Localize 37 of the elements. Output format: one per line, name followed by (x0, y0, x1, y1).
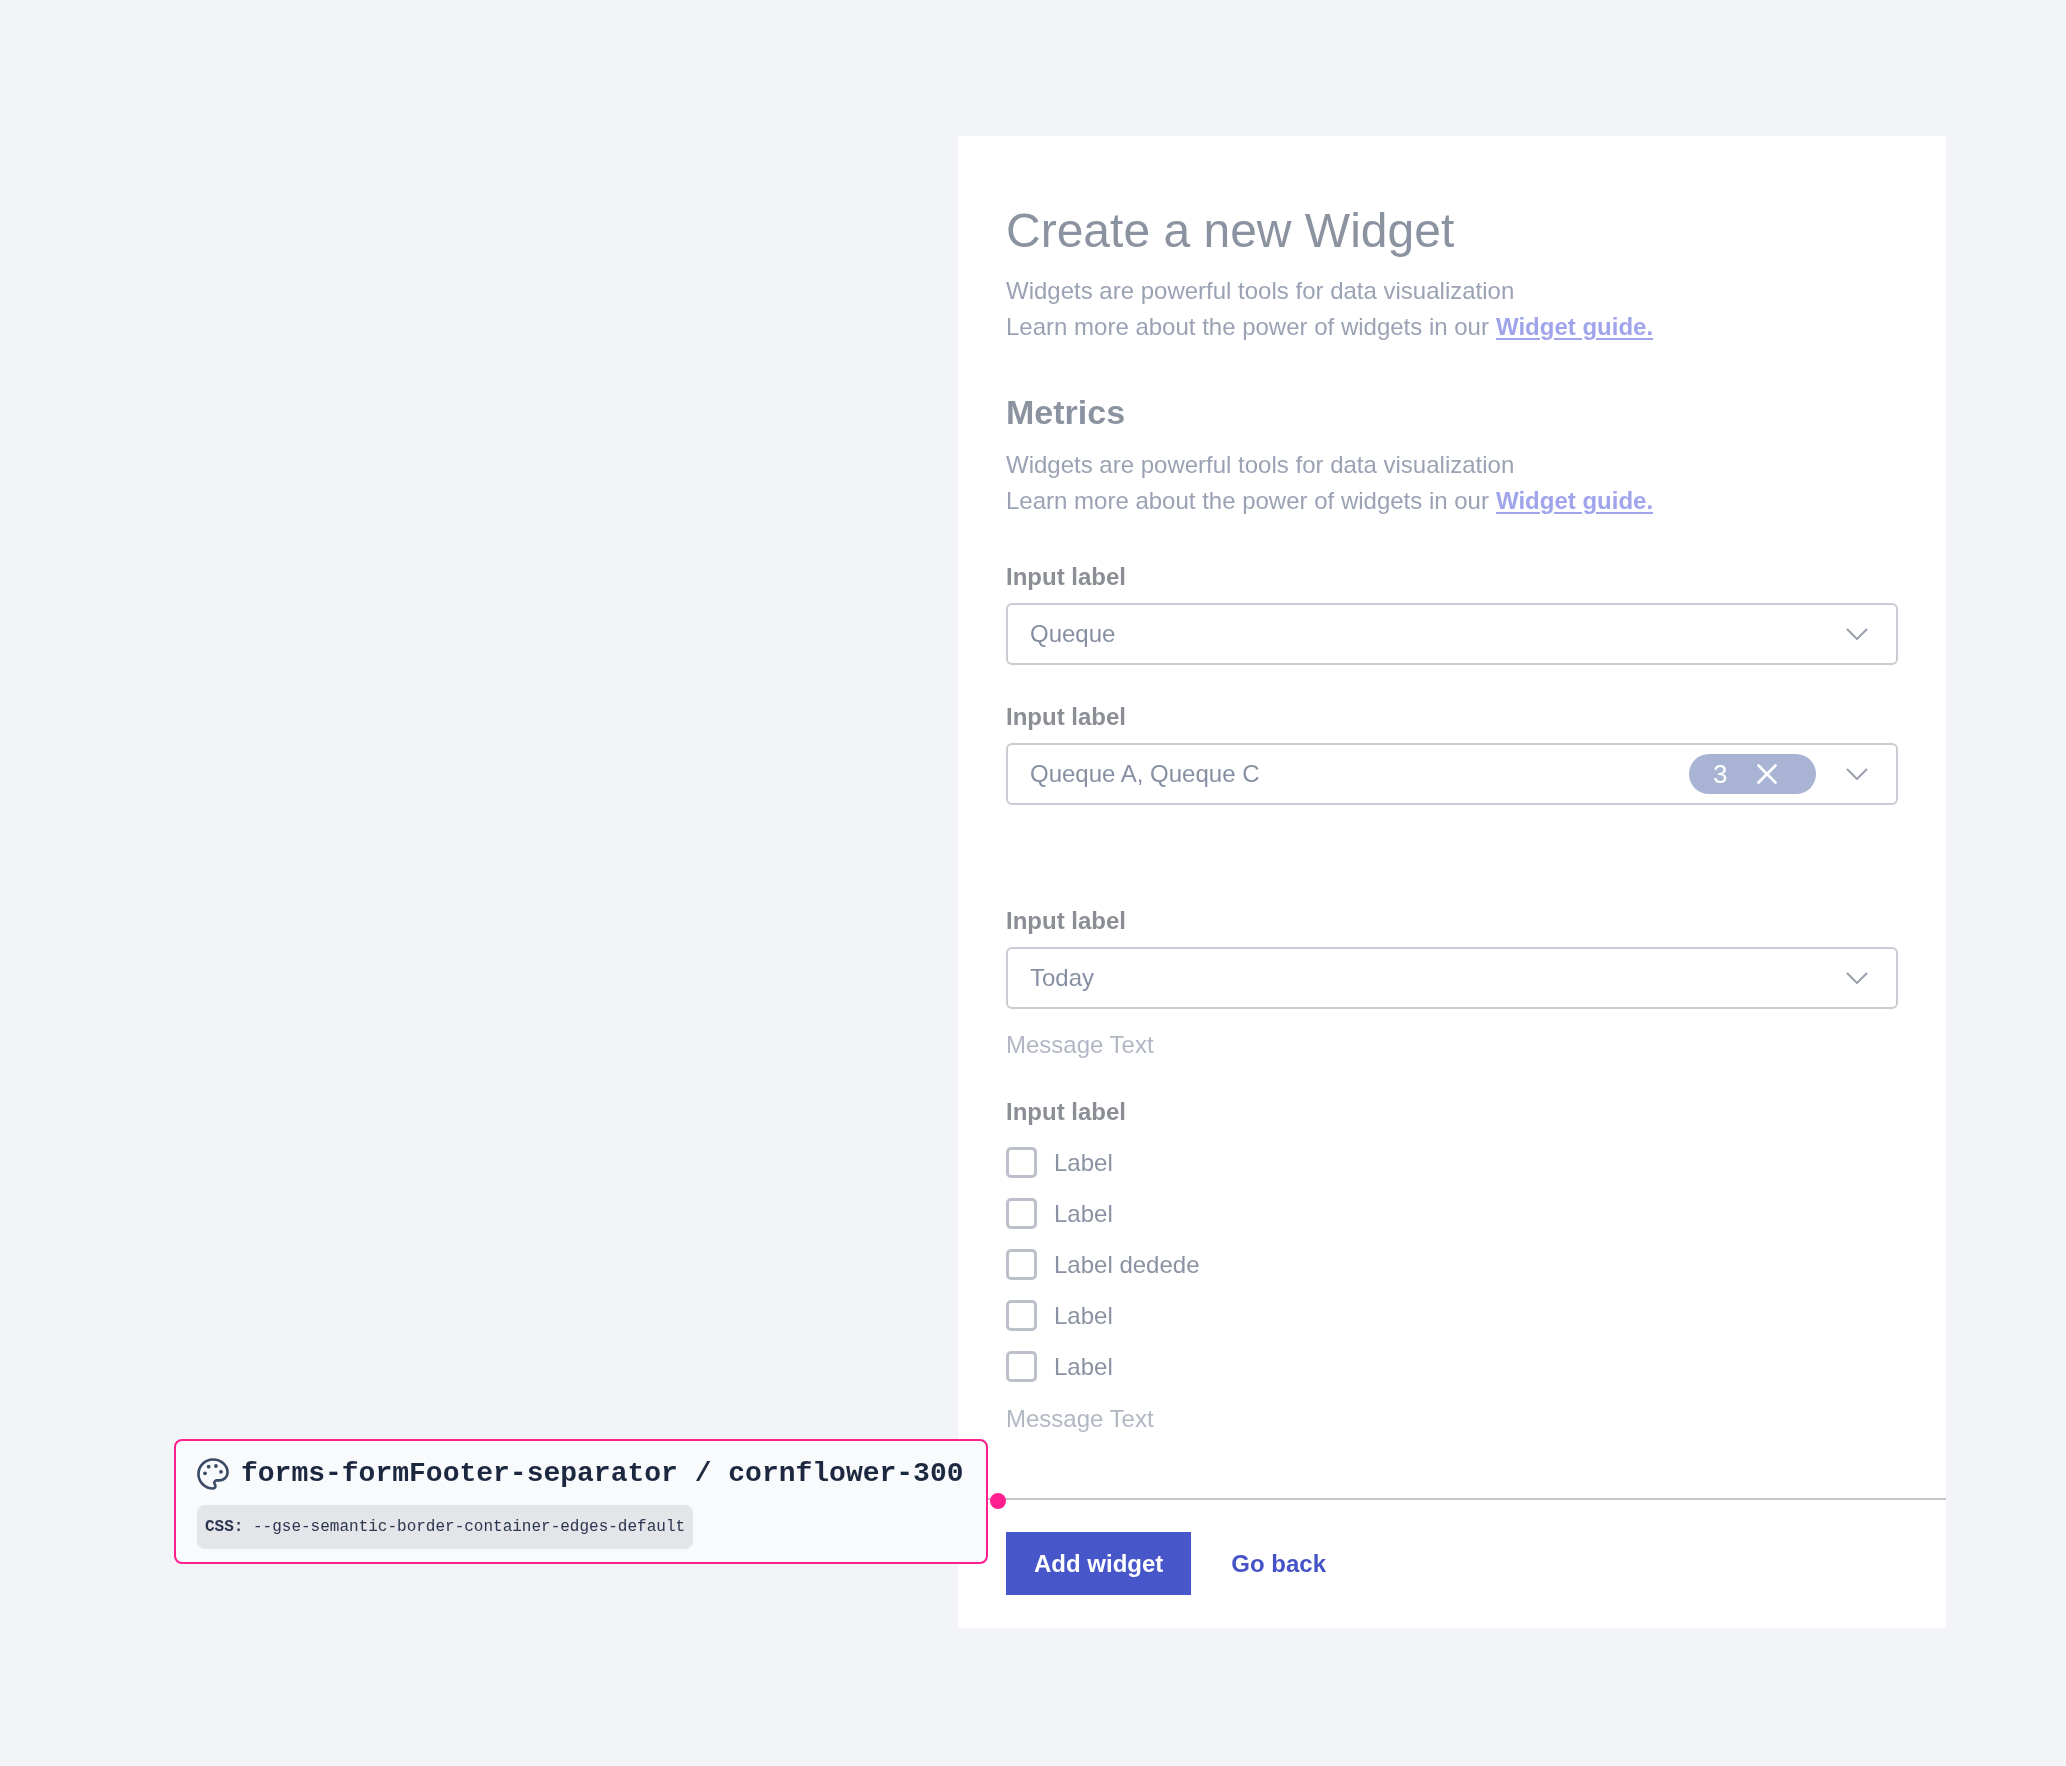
selection-count: 3 (1713, 759, 1728, 789)
field-label: Input label (1006, 1097, 1127, 1127)
multiselect-field[interactable]: Queque A, Queque C 3 (1006, 743, 1898, 805)
page-title: Create a new Widget (1006, 203, 1456, 259)
clear-icon[interactable] (1757, 764, 1778, 784)
helper-text: Message Text (1006, 1030, 1155, 1060)
description-text: Widgets are powerful tools for data visualization (1006, 276, 1516, 306)
token-name: forms-formFooter-separator / cornflower-300 (241, 1457, 964, 1491)
palette-icon (197, 1458, 229, 1490)
dropdown-field[interactable]: Today (1006, 947, 1898, 1009)
guide-link[interactable]: Widget guide. (1495, 487, 1654, 514)
helper-text: Message Text (1006, 1404, 1155, 1434)
guide-link[interactable]: Widget guide. (1495, 313, 1654, 340)
field-label: Input label (1006, 562, 1127, 592)
chevron-down-icon (1846, 768, 1868, 780)
description-text: Learn more about the power of widgets in our Widget guide. (1006, 312, 1655, 342)
checkbox-label: Label dedede (1054, 1249, 1200, 1280)
section-heading: Metrics (1006, 392, 1127, 433)
checkbox[interactable] (1006, 1300, 1037, 1331)
field-label: Input label (1006, 906, 1127, 936)
checkbox[interactable] (1006, 1249, 1037, 1280)
description-text: Learn more about the power of widgets in our Widget guide. (1006, 486, 1655, 516)
description-text: Widgets are powerful tools for data visualization (1006, 450, 1516, 480)
checkbox-label: Label (1054, 1300, 1113, 1331)
checkbox[interactable] (1006, 1147, 1037, 1178)
checkbox[interactable] (1006, 1198, 1037, 1229)
go-back-link[interactable]: Go back (1231, 1548, 1327, 1579)
checkbox[interactable] (1006, 1351, 1037, 1382)
checkbox-label: Label (1054, 1147, 1113, 1178)
chevron-down-icon (1846, 972, 1868, 984)
css-variable-chip: CSS: --gse-semantic-border-container-edges-default (197, 1505, 694, 1549)
add-widget-button[interactable]: Add widget (1006, 1532, 1192, 1595)
field-label: Input label (1006, 702, 1127, 732)
checkbox-label: Label (1054, 1198, 1113, 1229)
chevron-down-icon (1846, 628, 1868, 640)
checkbox-label: Label (1054, 1351, 1113, 1382)
dropdown-field[interactable]: Queque (1006, 603, 1898, 665)
